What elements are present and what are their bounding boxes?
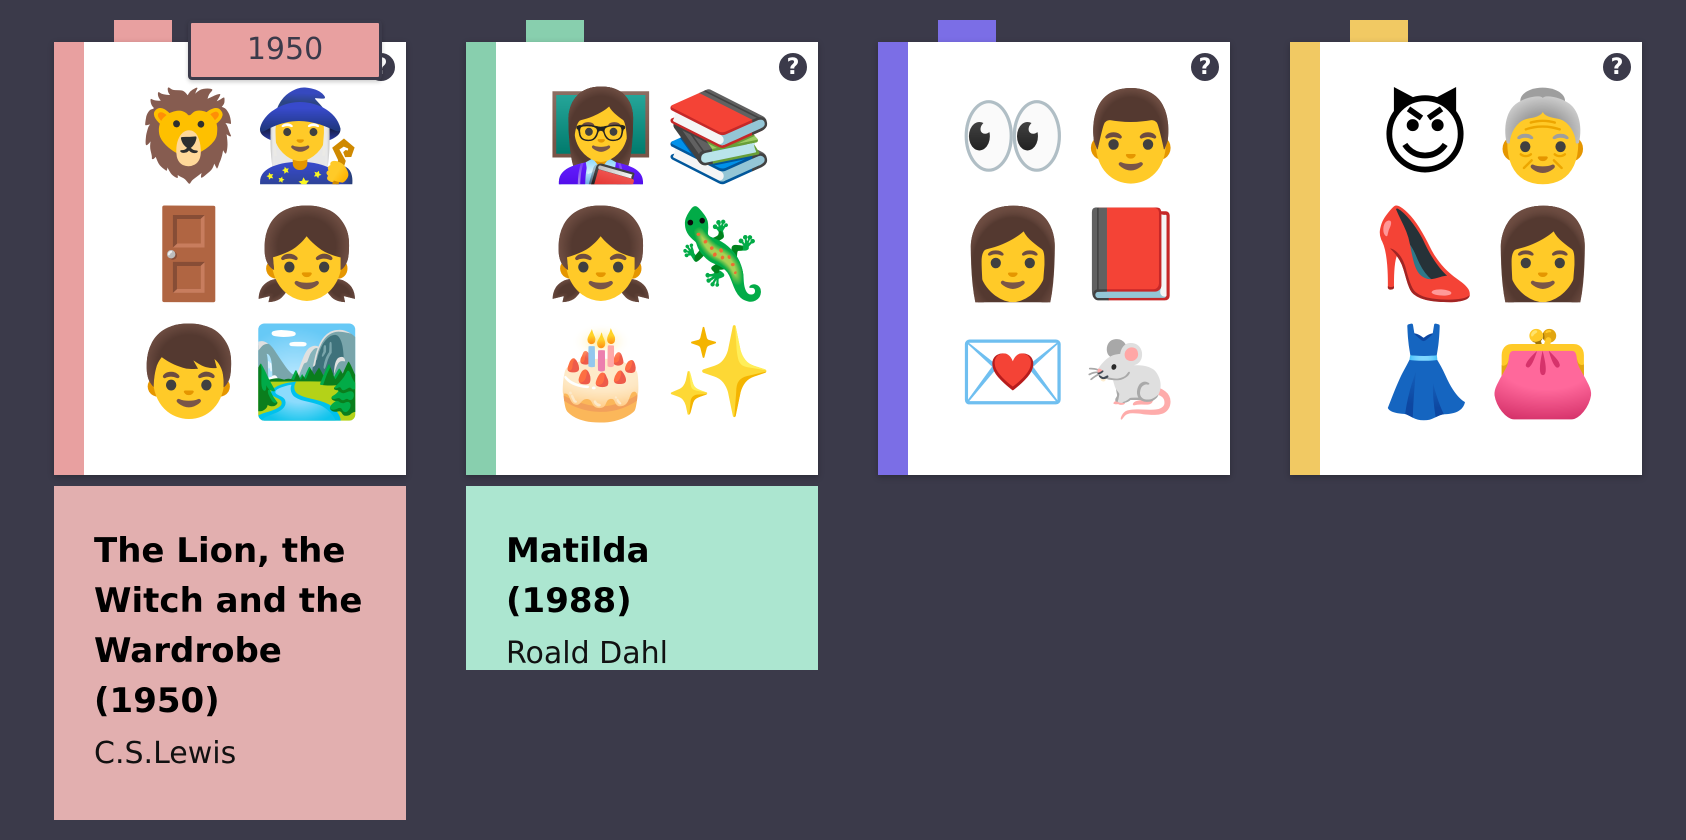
book-author: Roald Dahl [506,636,668,671]
red-book-icon: 📕 [1076,202,1186,305]
man-icon: 👨 [1076,84,1186,187]
emoji-grid: 😈 👵 👠 👩 👗 👛 [1370,77,1610,431]
year-drag-label[interactable]: 1950 [188,20,382,80]
high-heel-icon: 👠 [1370,202,1480,305]
old-woman-icon: 👵 [1488,84,1598,187]
devil-icon: 😈 [1379,84,1471,187]
boy-icon: 👦 [134,320,244,423]
landscape-icon: 🏞️ [252,320,362,423]
girl-icon: 👧 [252,202,362,305]
lizard-icon: 🦎 [664,202,774,305]
emoji-clue-card-2[interactable]: ? 👩‍🏫 📚 👧 🦎 🎂 ✨ [466,42,818,475]
book-title: The Lion, the Witch and the Wardrobe (19… [94,531,363,721]
emoji-clue-card-3[interactable]: ? 👀 👨 👩 📕 💌 🐁 [878,42,1230,475]
answer-card-1[interactable]: The Lion, the Witch and the Wardrobe (19… [54,486,406,820]
emoji-grid: 👩‍🏫 📚 👧 🦎 🎂 ✨ [546,77,786,431]
mouse-icon: 🐁 [1076,320,1186,423]
card-color-stripe [54,42,84,475]
card-tab [114,20,172,42]
witch-icon: 🧙‍♀️ [252,84,362,187]
lion-icon: 🦁 [134,84,244,187]
teacher-icon: 👩‍🏫 [546,84,656,187]
card-color-stripe [466,42,496,475]
emoji-clue-card-1[interactable]: ? 🦁 🧙‍♀️ 🚪 👧 👦 🏞️ [54,42,406,475]
sparkles-icon: ✨ [664,320,774,423]
emoji-grid: 👀 👨 👩 📕 💌 🐁 [958,77,1198,431]
girl-icon: 👧 [546,202,656,305]
card-color-stripe [1290,42,1320,475]
card-color-stripe [878,42,908,475]
love-letter-icon: 💌 [958,320,1068,423]
card-tab [938,20,996,42]
answer-card-2[interactable]: Matilda (1988) Roald Dahl [466,486,818,671]
card-tab [1350,20,1408,42]
eyes-icon: 👀 [958,84,1068,187]
books-icon: 📚 [664,84,774,187]
book-author: C.S.Lewis [94,736,237,771]
woman-icon: 👩 [1488,202,1598,305]
emoji-clue-card-4[interactable]: ? 😈 👵 👠 👩 👗 👛 [1290,42,1642,475]
door-icon: 🚪 [134,202,244,305]
dress-icon: 👗 [1370,320,1480,423]
purse-icon: 👛 [1488,320,1598,423]
book-title: Matilda (1988) [506,531,650,621]
birthday-cake-icon: 🎂 [546,320,656,423]
emoji-grid: 🦁 🧙‍♀️ 🚪 👧 👦 🏞️ [134,77,374,431]
woman-icon: 👩 [958,202,1068,305]
card-tab [526,20,584,42]
